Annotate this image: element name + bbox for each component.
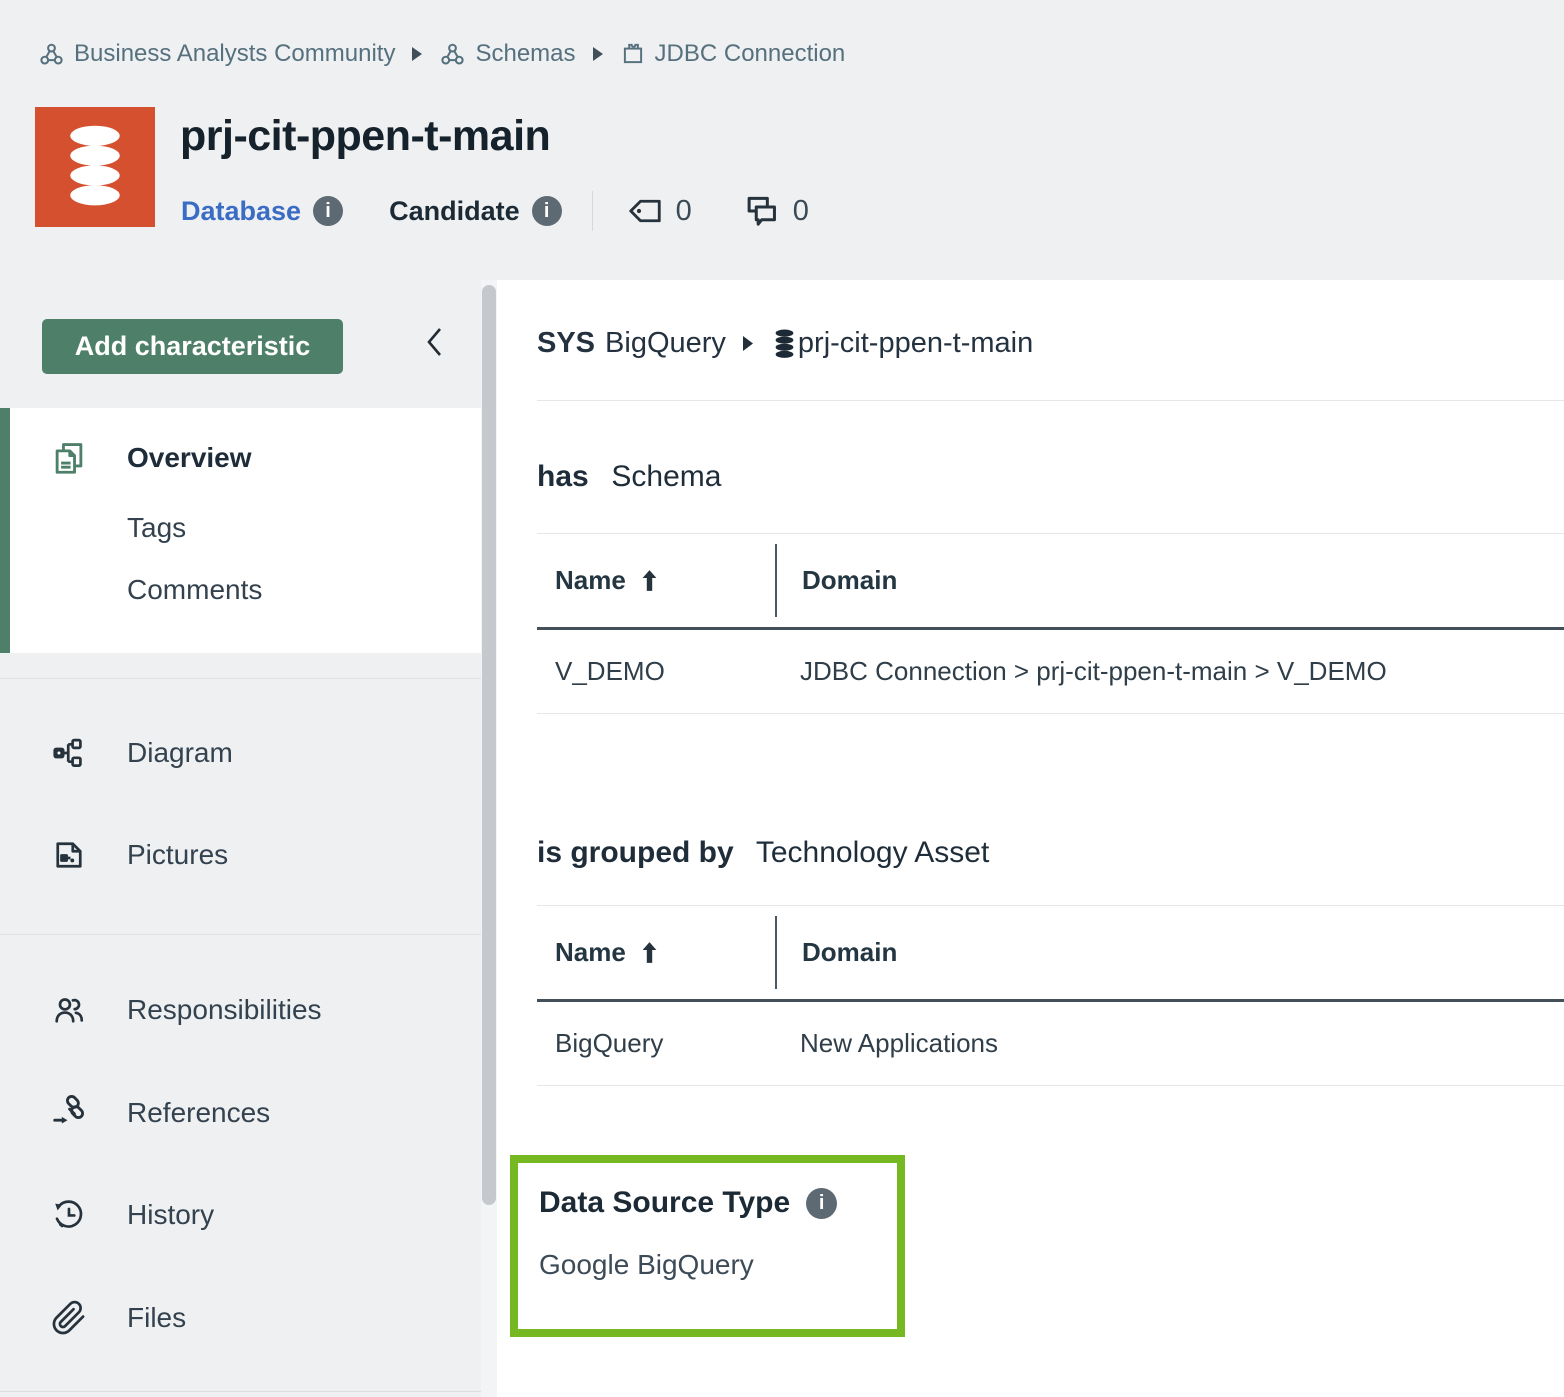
- asset-meta-row: Database Candidate 0 0: [181, 188, 809, 234]
- schema-name-link[interactable]: V_DEMO: [555, 656, 665, 687]
- breadcrumb-community[interactable]: Business Analysts Community: [38, 40, 395, 68]
- technology-asset-domain: New Applications: [800, 1028, 998, 1058]
- sidebar-item-label: References: [127, 1097, 270, 1129]
- overview-pages-icon: [50, 439, 88, 477]
- schema-table: Name Domain V_DEMO JDBC Connection > prj…: [537, 533, 1564, 714]
- sidebar-item-label: Tags: [127, 512, 186, 544]
- info-icon[interactable]: [313, 196, 343, 226]
- system-name-link[interactable]: BigQuery: [605, 327, 726, 360]
- sidebar-item-label: Overview: [127, 442, 252, 474]
- add-characteristic-button[interactable]: Add characteristic: [42, 319, 343, 374]
- table-row: BigQuery New Applications: [537, 1002, 1564, 1086]
- divider: [0, 934, 497, 935]
- history-clock-icon: [50, 1196, 88, 1234]
- divider: [0, 1391, 497, 1392]
- paperclip-icon: [50, 1299, 88, 1337]
- domain-box-icon: [620, 41, 646, 67]
- breadcrumb: Business Analysts Community Schemas: [38, 40, 845, 68]
- asset-path-breadcrumb: SYS BigQuery prj-cit-ppen-t-main: [537, 327, 1033, 360]
- sidebar-item-history[interactable]: History: [0, 1187, 481, 1243]
- data-source-type-highlight-box: Data Source Type Google BigQuery: [510, 1155, 905, 1337]
- sidebar-item-files[interactable]: Files: [0, 1290, 481, 1346]
- attribute-label: Data Source Type: [539, 1183, 790, 1223]
- asset-page: Business Analysts Community Schemas: [0, 0, 1564, 1397]
- relation-type: Technology Asset: [756, 836, 989, 869]
- comments-icon[interactable]: [742, 192, 780, 230]
- sidebar-item-label: History: [127, 1199, 214, 1231]
- attribute-value[interactable]: Google BigQuery: [539, 1249, 897, 1281]
- sidebar-item-label: Comments: [127, 574, 262, 606]
- divider: [537, 400, 1564, 401]
- divider: [592, 191, 593, 231]
- sidebar-item-label: Pictures: [127, 839, 228, 871]
- pictures-icon: [50, 836, 88, 874]
- database-small-icon: [771, 328, 798, 359]
- tag-icon[interactable]: [627, 196, 663, 226]
- community-icon: [38, 41, 65, 68]
- breadcrumb-label: Schemas: [475, 40, 575, 68]
- technology-asset-name-link[interactable]: BigQuery: [555, 1028, 663, 1059]
- breadcrumb-schemas[interactable]: Schemas: [439, 40, 575, 68]
- relation-type: Schema: [611, 460, 721, 493]
- sidebar-item-label: Responsibilities: [127, 994, 322, 1026]
- chevron-right-icon: [592, 46, 604, 62]
- attribute-label-row: Data Source Type: [539, 1183, 897, 1223]
- diagram-icon: [50, 734, 88, 772]
- sort-ascending-icon[interactable]: [639, 568, 660, 593]
- table-header: Name Domain: [537, 534, 1564, 630]
- sidebar-item-label: Diagram: [127, 737, 233, 769]
- relation-verb: is grouped by: [537, 836, 734, 869]
- sidebar-item-responsibilities[interactable]: Responsibilities: [0, 982, 481, 1038]
- section-title-has-schema: has Schema: [537, 457, 721, 497]
- divider: [0, 678, 497, 679]
- tags-count[interactable]: 0: [676, 195, 692, 228]
- system-prefix: SYS: [537, 327, 595, 360]
- technology-asset-table: Name Domain BigQuery New Applications: [537, 905, 1564, 1086]
- asset-type-tile: [35, 107, 155, 227]
- sidebar-item-references[interactable]: References: [0, 1085, 481, 1141]
- column-header-domain[interactable]: Domain: [777, 937, 897, 968]
- community-icon: [439, 41, 466, 68]
- breadcrumb-label: Business Analysts Community: [74, 40, 395, 68]
- users-icon: [50, 991, 88, 1029]
- main-content: SYS BigQuery prj-cit-ppen-t-main has: [497, 280, 1564, 1397]
- sidebar-item-pictures[interactable]: Pictures: [0, 827, 481, 883]
- table-header: Name Domain: [537, 906, 1564, 1002]
- info-icon[interactable]: [532, 196, 562, 226]
- column-header-name[interactable]: Name: [537, 937, 775, 968]
- link-arrow-icon: [50, 1094, 88, 1132]
- asset-type-link[interactable]: Database: [181, 196, 301, 227]
- sidebar-item-label: Files: [127, 1302, 186, 1334]
- sidebar-scrollbar-thumb[interactable]: [482, 285, 496, 1205]
- asset-name-link[interactable]: prj-cit-ppen-t-main: [798, 327, 1033, 360]
- database-icon: [56, 121, 134, 213]
- sort-ascending-icon[interactable]: [639, 940, 660, 965]
- section-title-grouped-by: is grouped by Technology Asset: [537, 833, 989, 873]
- sidebar-item-overview[interactable]: Overview: [0, 430, 481, 486]
- page-title: prj-cit-ppen-t-main: [180, 112, 550, 161]
- schema-domain-path: JDBC Connection > prj-cit-ppen-t-main > …: [800, 656, 1387, 686]
- collapse-sidebar-icon[interactable]: [421, 325, 449, 359]
- info-icon[interactable]: [806, 1188, 837, 1219]
- sidebar-item-diagram[interactable]: Diagram: [0, 725, 481, 781]
- column-header-name[interactable]: Name: [537, 565, 775, 596]
- chevron-right-icon: [742, 335, 754, 352]
- table-row: V_DEMO JDBC Connection > prj-cit-ppen-t-…: [537, 630, 1564, 714]
- status-label[interactable]: Candidate: [389, 196, 520, 227]
- relation-verb: has: [537, 460, 589, 493]
- chevron-right-icon: [411, 46, 423, 62]
- comments-count[interactable]: 0: [793, 195, 809, 228]
- breadcrumb-label: JDBC Connection: [655, 40, 846, 68]
- breadcrumb-jdbc-connection[interactable]: JDBC Connection: [620, 40, 846, 68]
- column-header-domain[interactable]: Domain: [777, 565, 897, 596]
